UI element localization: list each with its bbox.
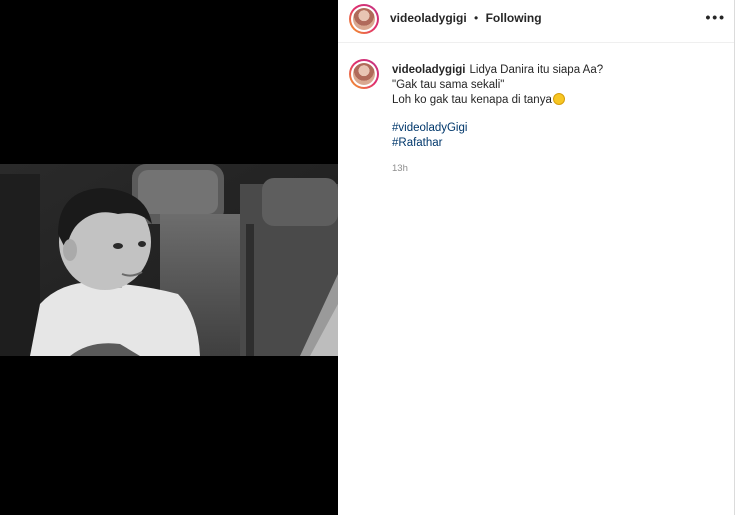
hashtag-rafathar[interactable]: #Rafathar [392,136,712,151]
post-timestamp[interactable]: 13h [392,161,712,176]
caption-avatar[interactable] [349,59,379,89]
header-text: videoladygigi • Following [390,11,542,25]
laughing-emoji-icon [552,93,565,105]
post-side-panel: videoladygigi • Following • • • videolad… [338,0,735,515]
avatar[interactable] [349,4,379,34]
hashtag-videoladygigi[interactable]: #videoladyGigi [392,121,712,136]
caption-line-2: "Gak tau sama sekali" [392,79,505,91]
header-username[interactable]: videoladygigi [390,11,467,25]
caption-line-1: Lidya Danira itu siapa Aa? [469,64,604,76]
video-still-image [0,164,338,356]
following-button[interactable]: Following [486,11,542,25]
caption-line-3: Loh ko gak tau kenapa di tanya [392,94,552,106]
post-header: videoladygigi • Following • • • [338,0,735,43]
caption-username[interactable]: videoladygigi [392,64,466,76]
separator-dot: • [474,11,479,25]
hashtag-list: #videoladyGigi #Rafathar [392,121,712,151]
post-media-panel[interactable] [0,0,338,515]
post-video[interactable] [0,164,338,356]
more-horizontal-icon[interactable]: • • • [706,9,725,25]
post-caption: videoladygigi Lidya Danira itu siapa Aa? … [392,63,712,176]
